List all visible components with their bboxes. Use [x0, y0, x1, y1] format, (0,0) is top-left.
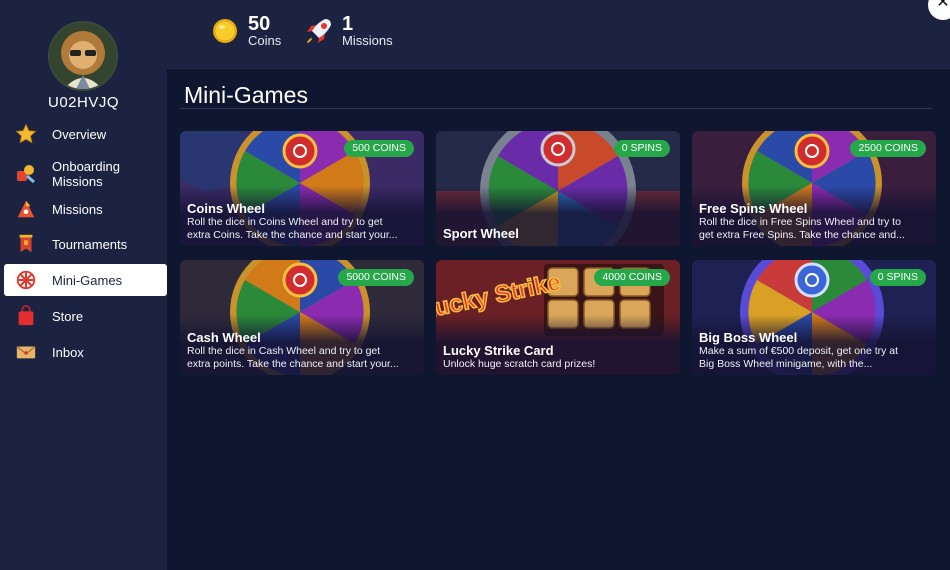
page-title: Mini-Games: [184, 82, 308, 108]
sidebar-item-label: Onboarding Missions: [52, 159, 120, 189]
game-card-sport-wheel[interactable]: 0 SPINS Sport Wheel: [436, 131, 680, 246]
avatar[interactable]: [48, 21, 118, 91]
game-card-description: Make a sum of €500 deposit, get one try …: [699, 345, 899, 370]
game-card-title: Lucky Strike Card: [443, 343, 554, 358]
cost-badge: 0 SPINS: [869, 269, 926, 286]
game-card-description: Roll the dice in Free Spins Wheel and tr…: [699, 216, 905, 241]
cost-badge: 0 SPINS: [613, 140, 670, 157]
envelope-icon: [14, 340, 38, 364]
game-card-title: Free Spins Wheel: [699, 201, 808, 216]
cost-badge: 5000 COINS: [338, 269, 414, 286]
sidebar-item-missions[interactable]: Missions: [4, 193, 167, 225]
game-card-title: Coins Wheel: [187, 201, 266, 216]
game-card-description: Unlock huge scratch card prizes!: [443, 358, 596, 370]
sidebar-item-overview[interactable]: Overview: [4, 118, 167, 150]
sidebar-item-label: Overview: [52, 126, 107, 142]
cost-badge: 2500 COINS: [850, 140, 926, 157]
onboarding-icon: [14, 162, 38, 186]
title-divider: [180, 108, 932, 109]
wheel-icon: [14, 268, 38, 292]
sidebar-item-store[interactable]: Store: [4, 300, 167, 332]
missions-count: 1: [342, 13, 354, 35]
game-card-free-spins-wheel[interactable]: 2500 COINS Free Spins Wheel Roll the dic…: [692, 131, 936, 246]
game-card-title: Big Boss Wheel: [699, 330, 798, 345]
sidebar-item-label: Inbox: [52, 344, 84, 360]
coins-stat: 50 Coins: [211, 14, 281, 48]
rocket-icon: [307, 19, 331, 43]
username: U02HVJQ: [47, 94, 120, 111]
shopping-bag-icon: [14, 304, 38, 328]
sidebar-item-label: Missions: [52, 201, 103, 217]
close-icon: ✕: [936, 0, 950, 11]
banner-icon: [14, 232, 38, 256]
game-card-cash-wheel[interactable]: 5000 COINS Cash Wheel Roll the dice in C…: [180, 260, 424, 375]
game-card-title: Sport Wheel: [443, 226, 519, 241]
sidebar-item-inbox[interactable]: Inbox: [4, 336, 167, 368]
missions-stat: 1 Missions: [303, 14, 393, 48]
sidebar-item-label: Tournaments: [52, 236, 128, 252]
missions-label: Missions: [342, 33, 393, 48]
cost-badge: 500 COINS: [344, 140, 414, 157]
coins-count: 50: [248, 13, 271, 35]
game-card-title: Cash Wheel: [187, 330, 261, 345]
missions-icon: [14, 197, 38, 221]
sidebar-item-mini-games[interactable]: Mini-Games: [4, 264, 167, 296]
game-card-lucky-strike-card[interactable]: Lucky Strike 4000 COINS Lucky Strike Car…: [436, 260, 680, 375]
game-card-big-boss-wheel[interactable]: 0 SPINS Big Boss Wheel Make a sum of €50…: [692, 260, 936, 375]
top-bar: 50 Coins 1 Missions: [167, 0, 950, 69]
coins-label: Coins: [248, 33, 282, 48]
sidebar-item-label: Store: [52, 308, 84, 324]
coin-icon: [213, 19, 237, 43]
sidebar: U02HVJQ Overview Onboarding Missions Mis…: [0, 0, 167, 570]
sidebar-item-label: Mini-Games: [52, 272, 123, 288]
game-card-coins-wheel[interactable]: 500 COINS Coins Wheel Roll the dice in C…: [180, 131, 424, 246]
star-icon: [14, 122, 38, 146]
cost-badge: 4000 COINS: [594, 269, 670, 286]
game-card-description: Roll the dice in Cash Wheel and try to g…: [187, 345, 399, 370]
sidebar-item-tournaments[interactable]: Tournaments: [4, 228, 167, 260]
game-card-description: Roll the dice in Coins Wheel and try to …: [187, 216, 398, 241]
sidebar-item-onboarding-missions[interactable]: Onboarding Missions: [4, 156, 167, 192]
